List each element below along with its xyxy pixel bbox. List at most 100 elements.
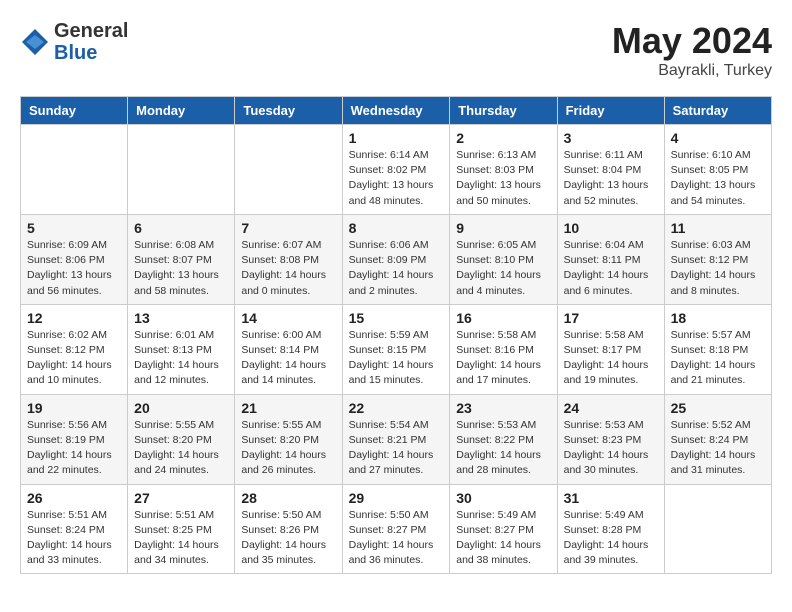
day-info: Sunrise: 5:57 AMSunset: 8:18 PMDaylight:… [671,328,765,389]
location: Bayrakli, Turkey [612,62,772,80]
calendar-cell: 16 Sunrise: 5:58 AMSunset: 8:16 PMDayligh… [450,304,557,394]
calendar-cell: 21 Sunrise: 5:55 AMSunset: 8:20 PMDayligh… [235,394,342,484]
day-number: 22 [349,400,444,416]
day-number: 21 [241,400,335,416]
calendar-cell: 29 Sunrise: 5:50 AMSunset: 8:27 PMDayligh… [342,484,450,574]
calendar-cell: 10Sunrise: 6:04 AMSunset: 8:11 PMDayligh… [557,214,664,304]
day-number: 31 [564,490,658,506]
day-info: Sunrise: 6:09 AMSunset: 8:06 PMDaylight:… [27,238,121,299]
day-number: 1 [349,130,444,146]
day-number: 13 [134,310,228,326]
calendar-cell: 24 Sunrise: 5:53 AMSunset: 8:23 PMDayligh… [557,394,664,484]
calendar-cell [235,125,342,215]
day-number: 9 [456,220,550,236]
day-number: 8 [349,220,444,236]
week-row-2: 5Sunrise: 6:09 AMSunset: 8:06 PMDaylight… [21,214,772,304]
weekday-header-friday: Friday [557,97,664,125]
calendar-cell: 5Sunrise: 6:09 AMSunset: 8:06 PMDaylight… [21,214,128,304]
week-row-3: 12Sunrise: 6:02 AMSunset: 8:12 PMDayligh… [21,304,772,394]
day-number: 7 [241,220,335,236]
calendar-cell [128,125,235,215]
day-info: Sunrise: 6:02 AMSunset: 8:12 PMDaylight:… [27,328,121,389]
day-info: Sunrise: 6:00 AMSunset: 8:14 PMDaylight:… [241,328,335,389]
day-number: 29 [349,490,444,506]
calendar-cell: 27 Sunrise: 5:51 AMSunset: 8:25 PMDayligh… [128,484,235,574]
day-number: 27 [134,490,228,506]
day-info: Sunrise: 5:51 AMSunset: 8:24 PMDaylight:… [27,508,121,569]
day-info: Sunrise: 5:59 AMSunset: 8:15 PMDaylight:… [349,328,444,389]
calendar-cell: 4 Sunrise: 6:10 AMSunset: 8:05 PMDaylight… [664,125,771,215]
day-info: Sunrise: 5:55 AMSunset: 8:20 PMDaylight:… [241,418,335,479]
week-row-5: 26 Sunrise: 5:51 AMSunset: 8:24 PMDayligh… [21,484,772,574]
calendar-cell: 6 Sunrise: 6:08 AMSunset: 8:07 PMDaylight… [128,214,235,304]
calendar-cell: 13 Sunrise: 6:01 AMSunset: 8:13 PMDayligh… [128,304,235,394]
week-row-1: 1Sunrise: 6:14 AMSunset: 8:02 PMDaylight… [21,125,772,215]
day-info: Sunrise: 6:06 AMSunset: 8:09 PMDaylight:… [349,238,444,299]
title-block: May 2024 Bayrakli, Turkey [612,20,772,80]
day-info: Sunrise: 5:53 AMSunset: 8:23 PMDaylight:… [564,418,658,479]
calendar-cell: 19 Sunrise: 5:56 AMSunset: 8:19 PMDayligh… [21,394,128,484]
day-number: 4 [671,130,765,146]
day-info: Sunrise: 5:53 AMSunset: 8:22 PMDaylight:… [456,418,550,479]
day-number: 16 [456,310,550,326]
weekday-header-monday: Monday [128,97,235,125]
weekday-header-thursday: Thursday [450,97,557,125]
day-number: 26 [27,490,121,506]
day-info: Sunrise: 5:54 AMSunset: 8:21 PMDaylight:… [349,418,444,479]
calendar-cell: 17 Sunrise: 5:58 AMSunset: 8:17 PMDayligh… [557,304,664,394]
day-info: Sunrise: 6:04 AMSunset: 8:11 PMDaylight:… [564,238,658,299]
day-number: 20 [134,400,228,416]
day-number: 15 [349,310,444,326]
calendar-cell: 18Sunrise: 5:57 AMSunset: 8:18 PMDayligh… [664,304,771,394]
day-number: 14 [241,310,335,326]
weekday-header-saturday: Saturday [664,97,771,125]
day-info: Sunrise: 6:05 AMSunset: 8:10 PMDaylight:… [456,238,550,299]
day-info: Sunrise: 5:50 AMSunset: 8:27 PMDaylight:… [349,508,444,569]
calendar-cell: 9 Sunrise: 6:05 AMSunset: 8:10 PMDaylight… [450,214,557,304]
day-number: 30 [456,490,550,506]
calendar: SundayMondayTuesdayWednesdayThursdayFrid… [20,96,772,574]
calendar-cell: 30 Sunrise: 5:49 AMSunset: 8:27 PMDayligh… [450,484,557,574]
weekday-header-sunday: Sunday [21,97,128,125]
week-row-4: 19 Sunrise: 5:56 AMSunset: 8:19 PMDayligh… [21,394,772,484]
day-number: 19 [27,400,121,416]
calendar-cell: 3Sunrise: 6:11 AMSunset: 8:04 PMDaylight… [557,125,664,215]
day-info: Sunrise: 5:49 AMSunset: 8:28 PMDaylight:… [564,508,658,569]
day-info: Sunrise: 5:58 AMSunset: 8:16 PMDaylight:… [456,328,550,389]
day-info: Sunrise: 6:13 AMSunset: 8:03 PMDaylight:… [456,148,550,209]
calendar-cell: 14 Sunrise: 6:00 AMSunset: 8:14 PMDayligh… [235,304,342,394]
day-info: Sunrise: 6:10 AMSunset: 8:05 PMDaylight:… [671,148,765,209]
calendar-cell: 20 Sunrise: 5:55 AMSunset: 8:20 PMDayligh… [128,394,235,484]
day-number: 17 [564,310,658,326]
day-info: Sunrise: 6:11 AMSunset: 8:04 PMDaylight:… [564,148,658,209]
day-info: Sunrise: 6:03 AMSunset: 8:12 PMDaylight:… [671,238,765,299]
calendar-cell: 8 Sunrise: 6:06 AMSunset: 8:09 PMDaylight… [342,214,450,304]
day-number: 11 [671,220,765,236]
day-info: Sunrise: 5:55 AMSunset: 8:20 PMDaylight:… [134,418,228,479]
calendar-cell: 31 Sunrise: 5:49 AMSunset: 8:28 PMDayligh… [557,484,664,574]
calendar-cell: 23Sunrise: 5:53 AMSunset: 8:22 PMDayligh… [450,394,557,484]
day-info: Sunrise: 5:51 AMSunset: 8:25 PMDaylight:… [134,508,228,569]
weekday-header-row: SundayMondayTuesdayWednesdayThursdayFrid… [21,97,772,125]
day-info: Sunrise: 6:01 AMSunset: 8:13 PMDaylight:… [134,328,228,389]
calendar-cell: 12Sunrise: 6:02 AMSunset: 8:12 PMDayligh… [21,304,128,394]
day-info: Sunrise: 6:07 AMSunset: 8:08 PMDaylight:… [241,238,335,299]
calendar-cell: 25 Sunrise: 5:52 AMSunset: 8:24 PMDayligh… [664,394,771,484]
day-info: Sunrise: 6:08 AMSunset: 8:07 PMDaylight:… [134,238,228,299]
page-header: General Blue May 2024 Bayrakli, Turkey [20,20,772,80]
day-info: Sunrise: 5:50 AMSunset: 8:26 PMDaylight:… [241,508,335,569]
day-info: Sunrise: 5:56 AMSunset: 8:19 PMDaylight:… [27,418,121,479]
calendar-cell: 22 Sunrise: 5:54 AMSunset: 8:21 PMDayligh… [342,394,450,484]
day-info: Sunrise: 5:58 AMSunset: 8:17 PMDaylight:… [564,328,658,389]
day-number: 24 [564,400,658,416]
day-info: Sunrise: 5:52 AMSunset: 8:24 PMDaylight:… [671,418,765,479]
day-number: 25 [671,400,765,416]
day-number: 6 [134,220,228,236]
weekday-header-wednesday: Wednesday [342,97,450,125]
logo: General Blue [20,20,128,64]
calendar-cell [664,484,771,574]
logo-general: General [54,20,128,42]
calendar-cell: 2Sunrise: 6:13 AMSunset: 8:03 PMDaylight… [450,125,557,215]
calendar-body: 1Sunrise: 6:14 AMSunset: 8:02 PMDaylight… [21,125,772,574]
day-info: Sunrise: 5:49 AMSunset: 8:27 PMDaylight:… [456,508,550,569]
